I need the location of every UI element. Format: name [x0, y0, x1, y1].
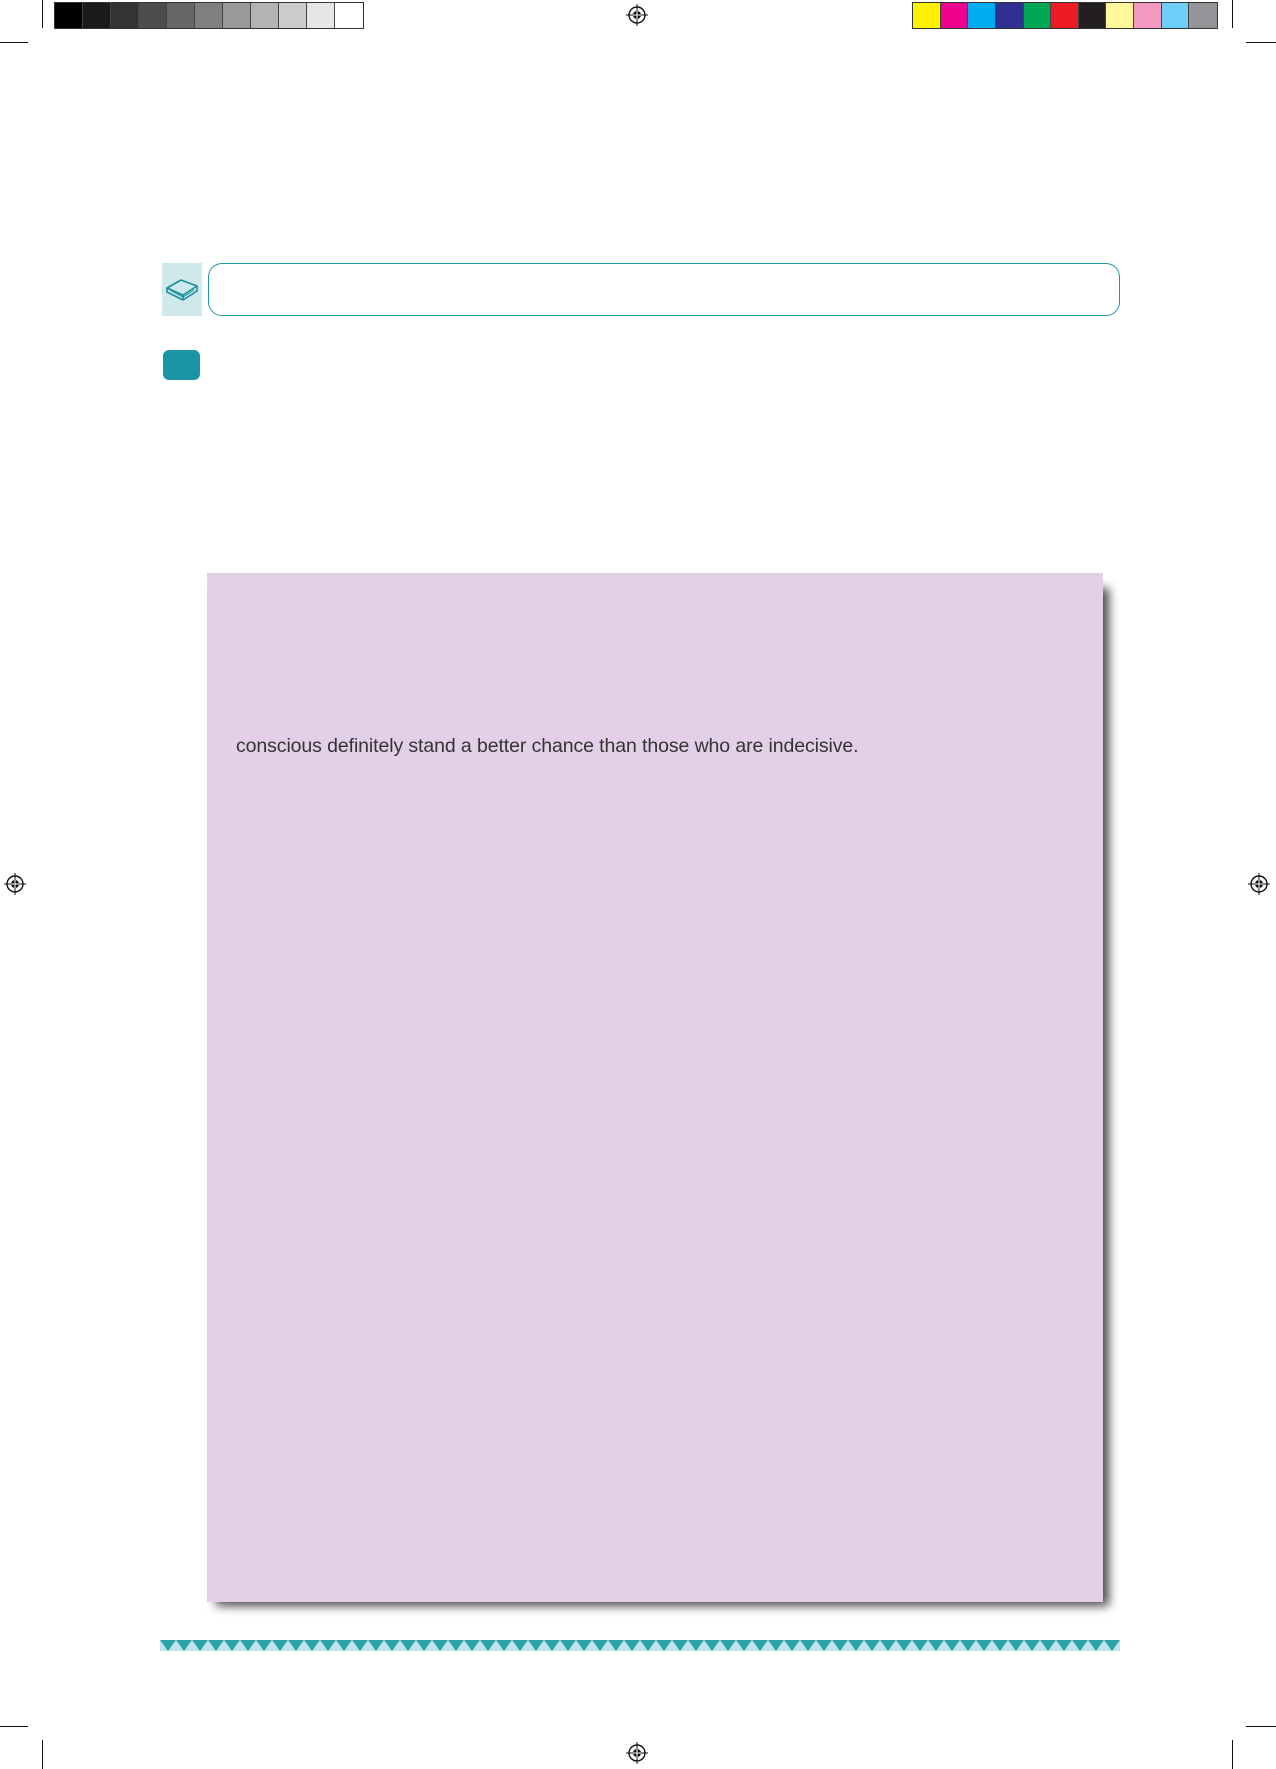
content-panel: conscious definitely stand a better chan…: [207, 573, 1103, 1602]
open-book-icon: [166, 278, 198, 301]
registration-mark-right: [1248, 873, 1270, 895]
gray-swatch: [279, 3, 307, 28]
gray-swatch: [335, 3, 363, 28]
gray-swatch: [83, 3, 111, 28]
registration-mark-left: [4, 873, 26, 895]
color-swatch: [940, 3, 969, 28]
color-swatch: [1078, 3, 1107, 28]
gray-swatch: [111, 3, 139, 28]
color-swatch: [1023, 3, 1052, 28]
panel-body-text: conscious definitely stand a better chan…: [236, 735, 859, 757]
color-swatch: [1134, 3, 1162, 28]
footer-decorative-strip: [160, 1640, 1120, 1651]
gray-swatch: [167, 3, 195, 28]
section-marker: [163, 350, 200, 380]
color-swatch: [968, 3, 996, 28]
registration-mark-bottom: [626, 1742, 648, 1764]
header-icon-tab: [162, 263, 202, 316]
gray-swatch: [55, 3, 83, 28]
color-swatch: [913, 3, 941, 28]
gray-swatch: [251, 3, 279, 28]
registration-mark-top: [626, 4, 648, 26]
color-swatch: [995, 3, 1024, 28]
color-swatch: [1161, 3, 1190, 28]
grayscale-color-bar: [54, 2, 364, 29]
gray-swatch: [307, 3, 335, 28]
gray-swatch: [139, 3, 167, 28]
color-swatch: [1106, 3, 1135, 28]
process-color-bar: [912, 2, 1218, 29]
gray-swatch: [223, 3, 251, 28]
color-swatch: [1051, 3, 1079, 28]
header-title-box: [208, 263, 1120, 316]
gray-swatch: [195, 3, 223, 28]
color-swatch: [1189, 3, 1218, 28]
